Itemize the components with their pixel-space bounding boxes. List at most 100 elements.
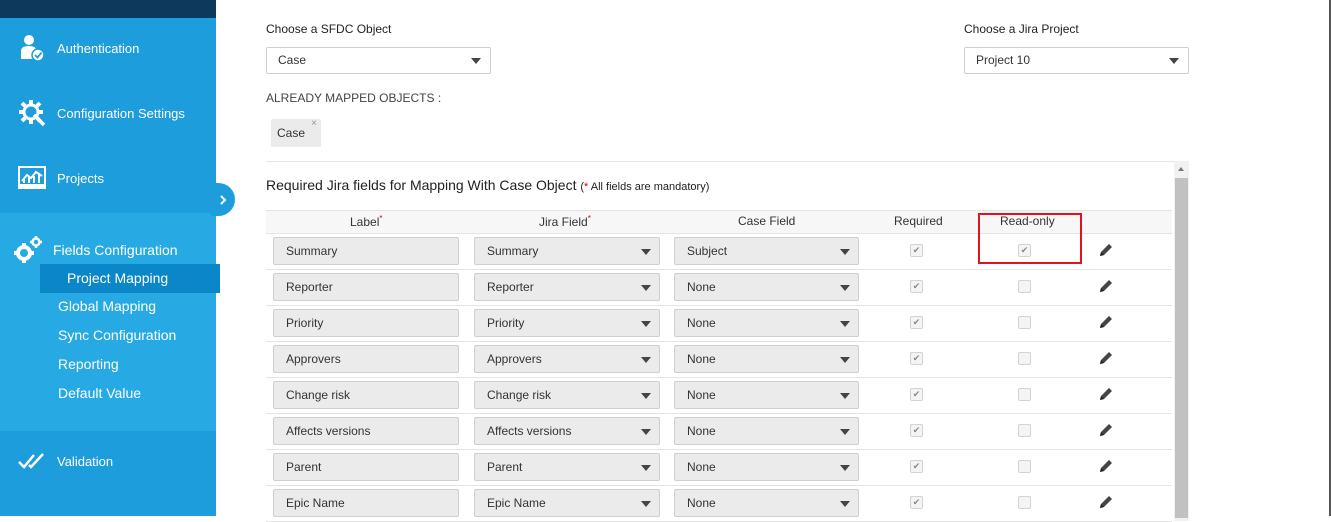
edit-pencil-icon[interactable] [1098, 242, 1116, 260]
jira-field-select[interactable]: Parent [474, 453, 660, 481]
required-checkbox[interactable]: ✔ [910, 388, 923, 401]
edit-pencil-icon[interactable] [1098, 314, 1116, 332]
edit-pencil-icon[interactable] [1098, 422, 1116, 440]
caret-down-icon [641, 357, 651, 363]
remove-icon[interactable]: × [311, 110, 317, 138]
caret-down-icon [840, 357, 850, 363]
case-field-select[interactable]: None [674, 309, 859, 337]
case-field-value: None [687, 496, 716, 510]
user-check-icon [17, 33, 47, 63]
header-required: Required [894, 214, 943, 228]
jira-field-select[interactable]: Reporter [474, 273, 660, 301]
jira-field-value: Summary [487, 244, 539, 258]
chevron-right-icon [220, 194, 227, 205]
sidebar-item-fields-configuration[interactable]: Fields Configuration [0, 235, 178, 265]
sidebar-item-projects[interactable]: Projects [0, 148, 216, 208]
caret-down-icon [840, 501, 850, 507]
table-row: Priority Priority None ✔ [266, 305, 1172, 342]
jira-field-select[interactable]: Affects versions [474, 417, 660, 445]
sidebar: Authentication Configuration Settings Pr… [0, 0, 220, 516]
scrollbar-thumb[interactable] [1175, 178, 1188, 518]
jira-field-value: Priority [487, 316, 525, 330]
read-only-checkbox[interactable] [1018, 316, 1031, 329]
jira-field-value: Parent [487, 460, 523, 474]
case-field-select[interactable]: None [674, 345, 859, 373]
sidebar-subitem-reporting[interactable]: Reporting [58, 356, 119, 372]
case-field-select[interactable]: None [674, 417, 859, 445]
table-row: Parent Parent None ✔ [266, 449, 1172, 486]
caret-down-icon [840, 285, 850, 291]
jira-field-value: Reporter [487, 280, 534, 294]
jira-field-select[interactable]: Priority [474, 309, 660, 337]
edit-pencil-icon[interactable] [1098, 458, 1116, 476]
section-title-text: Required Jira fields for Mapping With Ca… [266, 177, 577, 193]
table-row: Epic Name Epic Name None ✔ [266, 485, 1172, 522]
required-checkbox[interactable]: ✔ [910, 280, 923, 293]
case-field-value: Subject [687, 244, 728, 258]
case-field-value: None [687, 424, 716, 438]
required-checkbox[interactable]: ✔ [910, 316, 923, 329]
case-field-value: None [687, 316, 716, 330]
case-field-select[interactable]: None [674, 381, 859, 409]
label-field[interactable]: Approvers [273, 345, 459, 373]
edit-pencil-icon[interactable] [1098, 278, 1116, 296]
highlight-box [978, 213, 1082, 264]
sidebar-item-label: Fields Configuration [53, 242, 178, 258]
sidebar-item-label: Validation [57, 453, 114, 469]
required-checkbox[interactable]: ✔ [910, 460, 923, 473]
label-field[interactable]: Affects versions [273, 417, 459, 445]
read-only-checkbox[interactable] [1018, 280, 1031, 293]
case-field-select[interactable]: None [674, 453, 859, 481]
header-jira-field: Jira Field* [539, 214, 591, 229]
label-field[interactable]: Parent [273, 453, 459, 481]
read-only-checkbox[interactable] [1018, 388, 1031, 401]
sidebar-item-authentication[interactable]: Authentication [0, 18, 216, 78]
sidebar-collapse-toggle[interactable] [211, 183, 235, 216]
sidebar-item-validation[interactable]: Validation [0, 431, 216, 491]
caret-down-icon [840, 429, 850, 435]
sidebar-subitem-global-mapping[interactable]: Global Mapping [58, 298, 156, 314]
scroll-up-icon[interactable] [1178, 167, 1184, 171]
jira-project-value: Project 10 [976, 53, 1031, 67]
read-only-checkbox[interactable] [1018, 424, 1031, 437]
sfdc-object-value: Case [278, 53, 307, 67]
jira-field-value: Change risk [487, 388, 552, 402]
edit-pencil-icon[interactable] [1098, 494, 1116, 512]
required-checkbox[interactable]: ✔ [910, 496, 923, 509]
jira-project-select[interactable]: Project 10 [964, 47, 1189, 74]
jira-field-select[interactable]: Epic Name [474, 489, 660, 517]
gear-wrench-icon [17, 98, 47, 128]
required-checkbox[interactable]: ✔ [910, 424, 923, 437]
header-label: Label* [350, 214, 383, 229]
sidebar-subitem-default-value[interactable]: Default Value [58, 385, 141, 401]
mapped-object-pill[interactable]: Case × [271, 118, 321, 147]
sidebar-item-configuration-settings[interactable]: Configuration Settings [0, 83, 216, 143]
read-only-checkbox[interactable] [1018, 460, 1031, 473]
label-field[interactable]: Change risk [273, 381, 459, 409]
case-field-select[interactable]: None [674, 489, 859, 517]
edit-pencil-icon[interactable] [1098, 386, 1116, 404]
sidebar-item-label: Configuration Settings [57, 105, 185, 121]
label-field[interactable]: Reporter [273, 273, 459, 301]
sidebar-subitem-sync-configuration[interactable]: Sync Configuration [58, 327, 176, 343]
read-only-checkbox[interactable] [1018, 352, 1031, 365]
case-field-select[interactable]: None [674, 273, 859, 301]
jira-field-select[interactable]: Approvers [474, 345, 660, 373]
caret-down-icon [641, 321, 651, 327]
label-field[interactable]: Epic Name [273, 489, 459, 517]
sfdc-object-label: Choose a SFDC Object [266, 22, 392, 36]
panel-scrollbar[interactable] [1174, 161, 1189, 521]
read-only-checkbox[interactable] [1018, 496, 1031, 509]
edit-pencil-icon[interactable] [1098, 350, 1116, 368]
sidebar-subitem-project-mapping[interactable]: Project Mapping [40, 264, 220, 293]
jira-field-select[interactable]: Change risk [474, 381, 660, 409]
label-field[interactable]: Priority [273, 309, 459, 337]
required-checkbox[interactable]: ✔ [910, 244, 923, 257]
case-field-select[interactable]: Subject [674, 237, 859, 265]
sfdc-object-select[interactable]: Case [266, 47, 491, 74]
gears-icon [12, 234, 44, 266]
jira-field-select[interactable]: Summary [474, 237, 660, 265]
required-checkbox[interactable]: ✔ [910, 352, 923, 365]
case-field-value: None [687, 352, 716, 366]
label-field[interactable]: Summary [273, 237, 459, 265]
